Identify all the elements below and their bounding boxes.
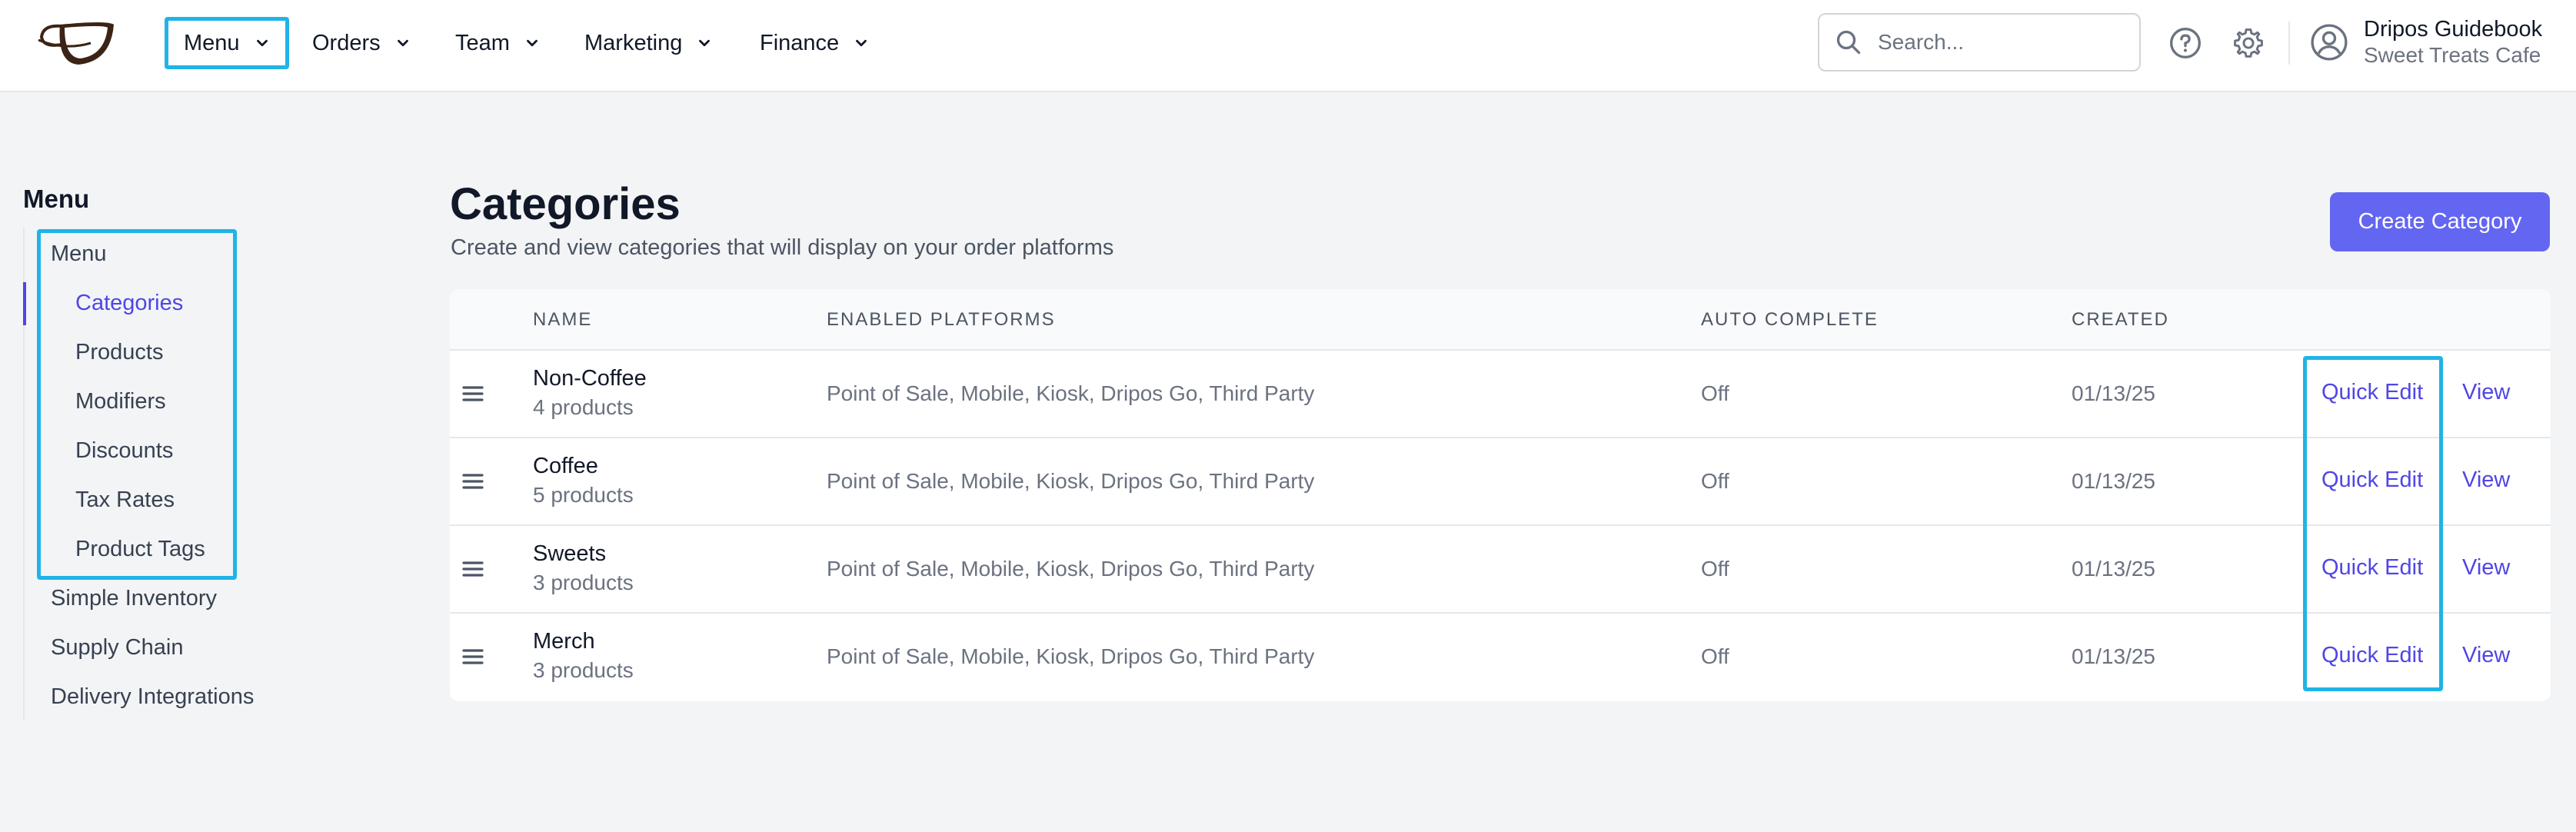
table-header: NAME ENABLED PLATFORMS AUTO COMPLETE CRE… [450,289,2551,351]
nav-marketing-label: Marketing [584,30,683,55]
auto-complete-value: Off [1701,557,1729,581]
sidebar-item-categories[interactable]: Categories [75,291,183,316]
user-avatar-icon[interactable] [2310,23,2348,62]
view-link[interactable]: View [2462,380,2510,405]
column-header-auto-complete[interactable]: AUTO COMPLETE [1701,309,1879,331]
enabled-platforms: Point of Sale, Mobile, Kiosk, Dripos Go,… [827,644,1315,668]
sidebar-item-products[interactable]: Products [75,340,163,365]
drag-handle-icon[interactable] [461,644,485,669]
page-subtitle: Create and view categories that will dis… [451,235,1114,260]
nav-menu[interactable]: Menu [165,17,289,69]
nav-team-label: Team [455,30,510,55]
sidebar-active-indicator [23,282,26,325]
created-date: 01/13/25 [2072,381,2155,405]
nav-menu-label: Menu [184,30,240,55]
category-name: Non-Coffee [533,366,647,391]
auto-complete-value: Off [1701,469,1729,493]
chevron-down-icon [397,39,408,47]
enabled-platforms: Point of Sale, Mobile, Kiosk, Dripos Go,… [827,381,1315,405]
view-link[interactable]: View [2462,643,2510,668]
table-row[interactable]: Merch 3 products Point of Sale, Mobile, … [450,614,2551,701]
drag-handle-icon[interactable] [461,381,485,406]
enabled-platforms: Point of Sale, Mobile, Kiosk, Dripos Go,… [827,557,1315,581]
table-row[interactable]: Coffee 5 products Point of Sale, Mobile,… [450,438,2551,526]
view-link[interactable]: View [2462,555,2510,581]
sidebar-item-menu[interactable]: Menu [51,241,107,267]
product-count: 5 products [533,483,634,507]
created-date: 01/13/25 [2072,469,2155,493]
auto-complete-value: Off [1701,644,1729,668]
search-input[interactable] [1878,30,2108,55]
table-row[interactable]: Sweets 3 products Point of Sale, Mobile,… [450,526,2551,614]
created-date: 01/13/25 [2072,644,2155,668]
created-date: 01/13/25 [2072,557,2155,581]
location-name[interactable]: Sweet Treats Cafe [2364,43,2541,68]
auto-complete-value: Off [1701,381,1729,405]
sidebar-title: Menu [23,185,90,213]
chevron-down-icon [256,39,268,47]
chevron-down-icon [699,39,711,47]
chevron-down-icon [856,39,867,47]
column-header-enabled-platforms[interactable]: ENABLED PLATFORMS [827,309,1056,331]
product-count: 3 products [533,571,634,594]
sidebar-item-discounts[interactable]: Discounts [75,438,173,464]
sidebar-item-tax-rates[interactable]: Tax Rates [75,488,175,513]
column-header-created[interactable]: CREATED [2072,309,2169,331]
sidebar-item-supply-chain[interactable]: Supply Chain [51,635,184,661]
header-divider [2288,22,2290,65]
create-category-button[interactable]: Create Category [2330,192,2550,251]
sidebar-item-modifiers[interactable]: Modifiers [75,389,166,414]
nav-team[interactable]: Team [455,17,541,69]
chevron-down-icon [527,39,537,47]
product-count: 4 products [533,395,634,419]
user-name[interactable]: Dripos Guidebook [2364,17,2542,42]
sidebar-item-product-tags[interactable]: Product Tags [75,537,205,562]
drag-handle-icon[interactable] [461,469,485,494]
coffee-cup-logo-icon[interactable] [34,17,118,68]
nav-finance[interactable]: Finance [760,17,870,69]
drag-handle-icon[interactable] [461,557,485,581]
gear-icon[interactable] [2232,26,2265,60]
nav-marketing[interactable]: Marketing [584,17,713,69]
category-name: Coffee [533,454,598,478]
category-name: Sweets [533,541,607,566]
enabled-platforms: Point of Sale, Mobile, Kiosk, Dripos Go,… [827,469,1315,493]
view-link[interactable]: View [2462,468,2510,493]
sidebar-item-delivery-integrations[interactable]: Delivery Integrations [51,684,254,710]
page-title: Categories [450,179,681,229]
product-count: 3 products [533,658,634,682]
column-header-name[interactable]: NAME [533,309,592,331]
quick-edit-highlight-box [2303,356,2443,691]
nav-orders[interactable]: Orders [312,17,411,69]
top-navigation-bar: Menu Orders Team Marketing Finance Dripo… [0,0,2576,92]
nav-finance-label: Finance [760,30,840,55]
nav-orders-label: Orders [312,30,381,55]
category-name: Merch [533,629,595,654]
help-circle-icon[interactable] [2168,26,2202,60]
table-row[interactable]: Non-Coffee 4 products Point of Sale, Mob… [450,351,2551,438]
search-icon [1836,30,1861,55]
categories-table: NAME ENABLED PLATFORMS AUTO COMPLETE CRE… [450,289,2551,701]
sidebar-item-simple-inventory[interactable]: Simple Inventory [51,586,217,611]
search-box[interactable] [1818,13,2141,72]
